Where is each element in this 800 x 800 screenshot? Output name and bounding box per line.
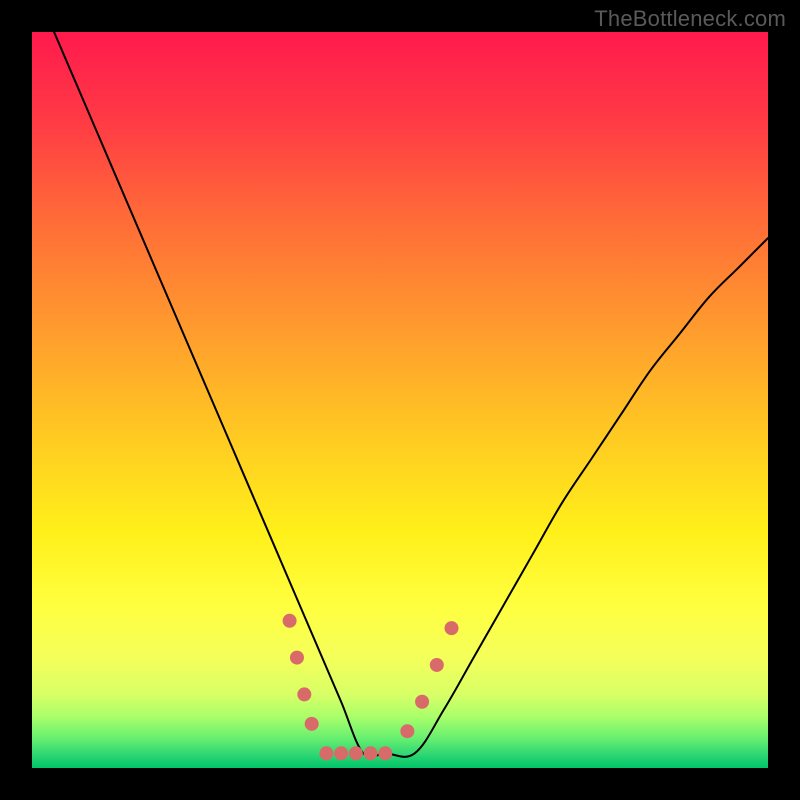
- data-marker: [305, 717, 319, 731]
- data-marker: [349, 746, 363, 760]
- data-marker: [415, 695, 429, 709]
- data-marker: [319, 746, 333, 760]
- data-marker: [430, 658, 444, 672]
- gradient-bg: [32, 32, 768, 768]
- data-marker: [297, 687, 311, 701]
- data-marker: [334, 746, 348, 760]
- plot-area: [32, 32, 768, 768]
- data-marker: [445, 621, 459, 635]
- data-marker: [378, 746, 392, 760]
- chart-svg: [32, 32, 768, 768]
- data-marker: [283, 614, 297, 628]
- chart-frame: TheBottleneck.com: [0, 0, 800, 800]
- watermark-label: TheBottleneck.com: [594, 6, 786, 32]
- data-marker: [400, 724, 414, 738]
- data-marker: [290, 651, 304, 665]
- data-marker: [364, 746, 378, 760]
